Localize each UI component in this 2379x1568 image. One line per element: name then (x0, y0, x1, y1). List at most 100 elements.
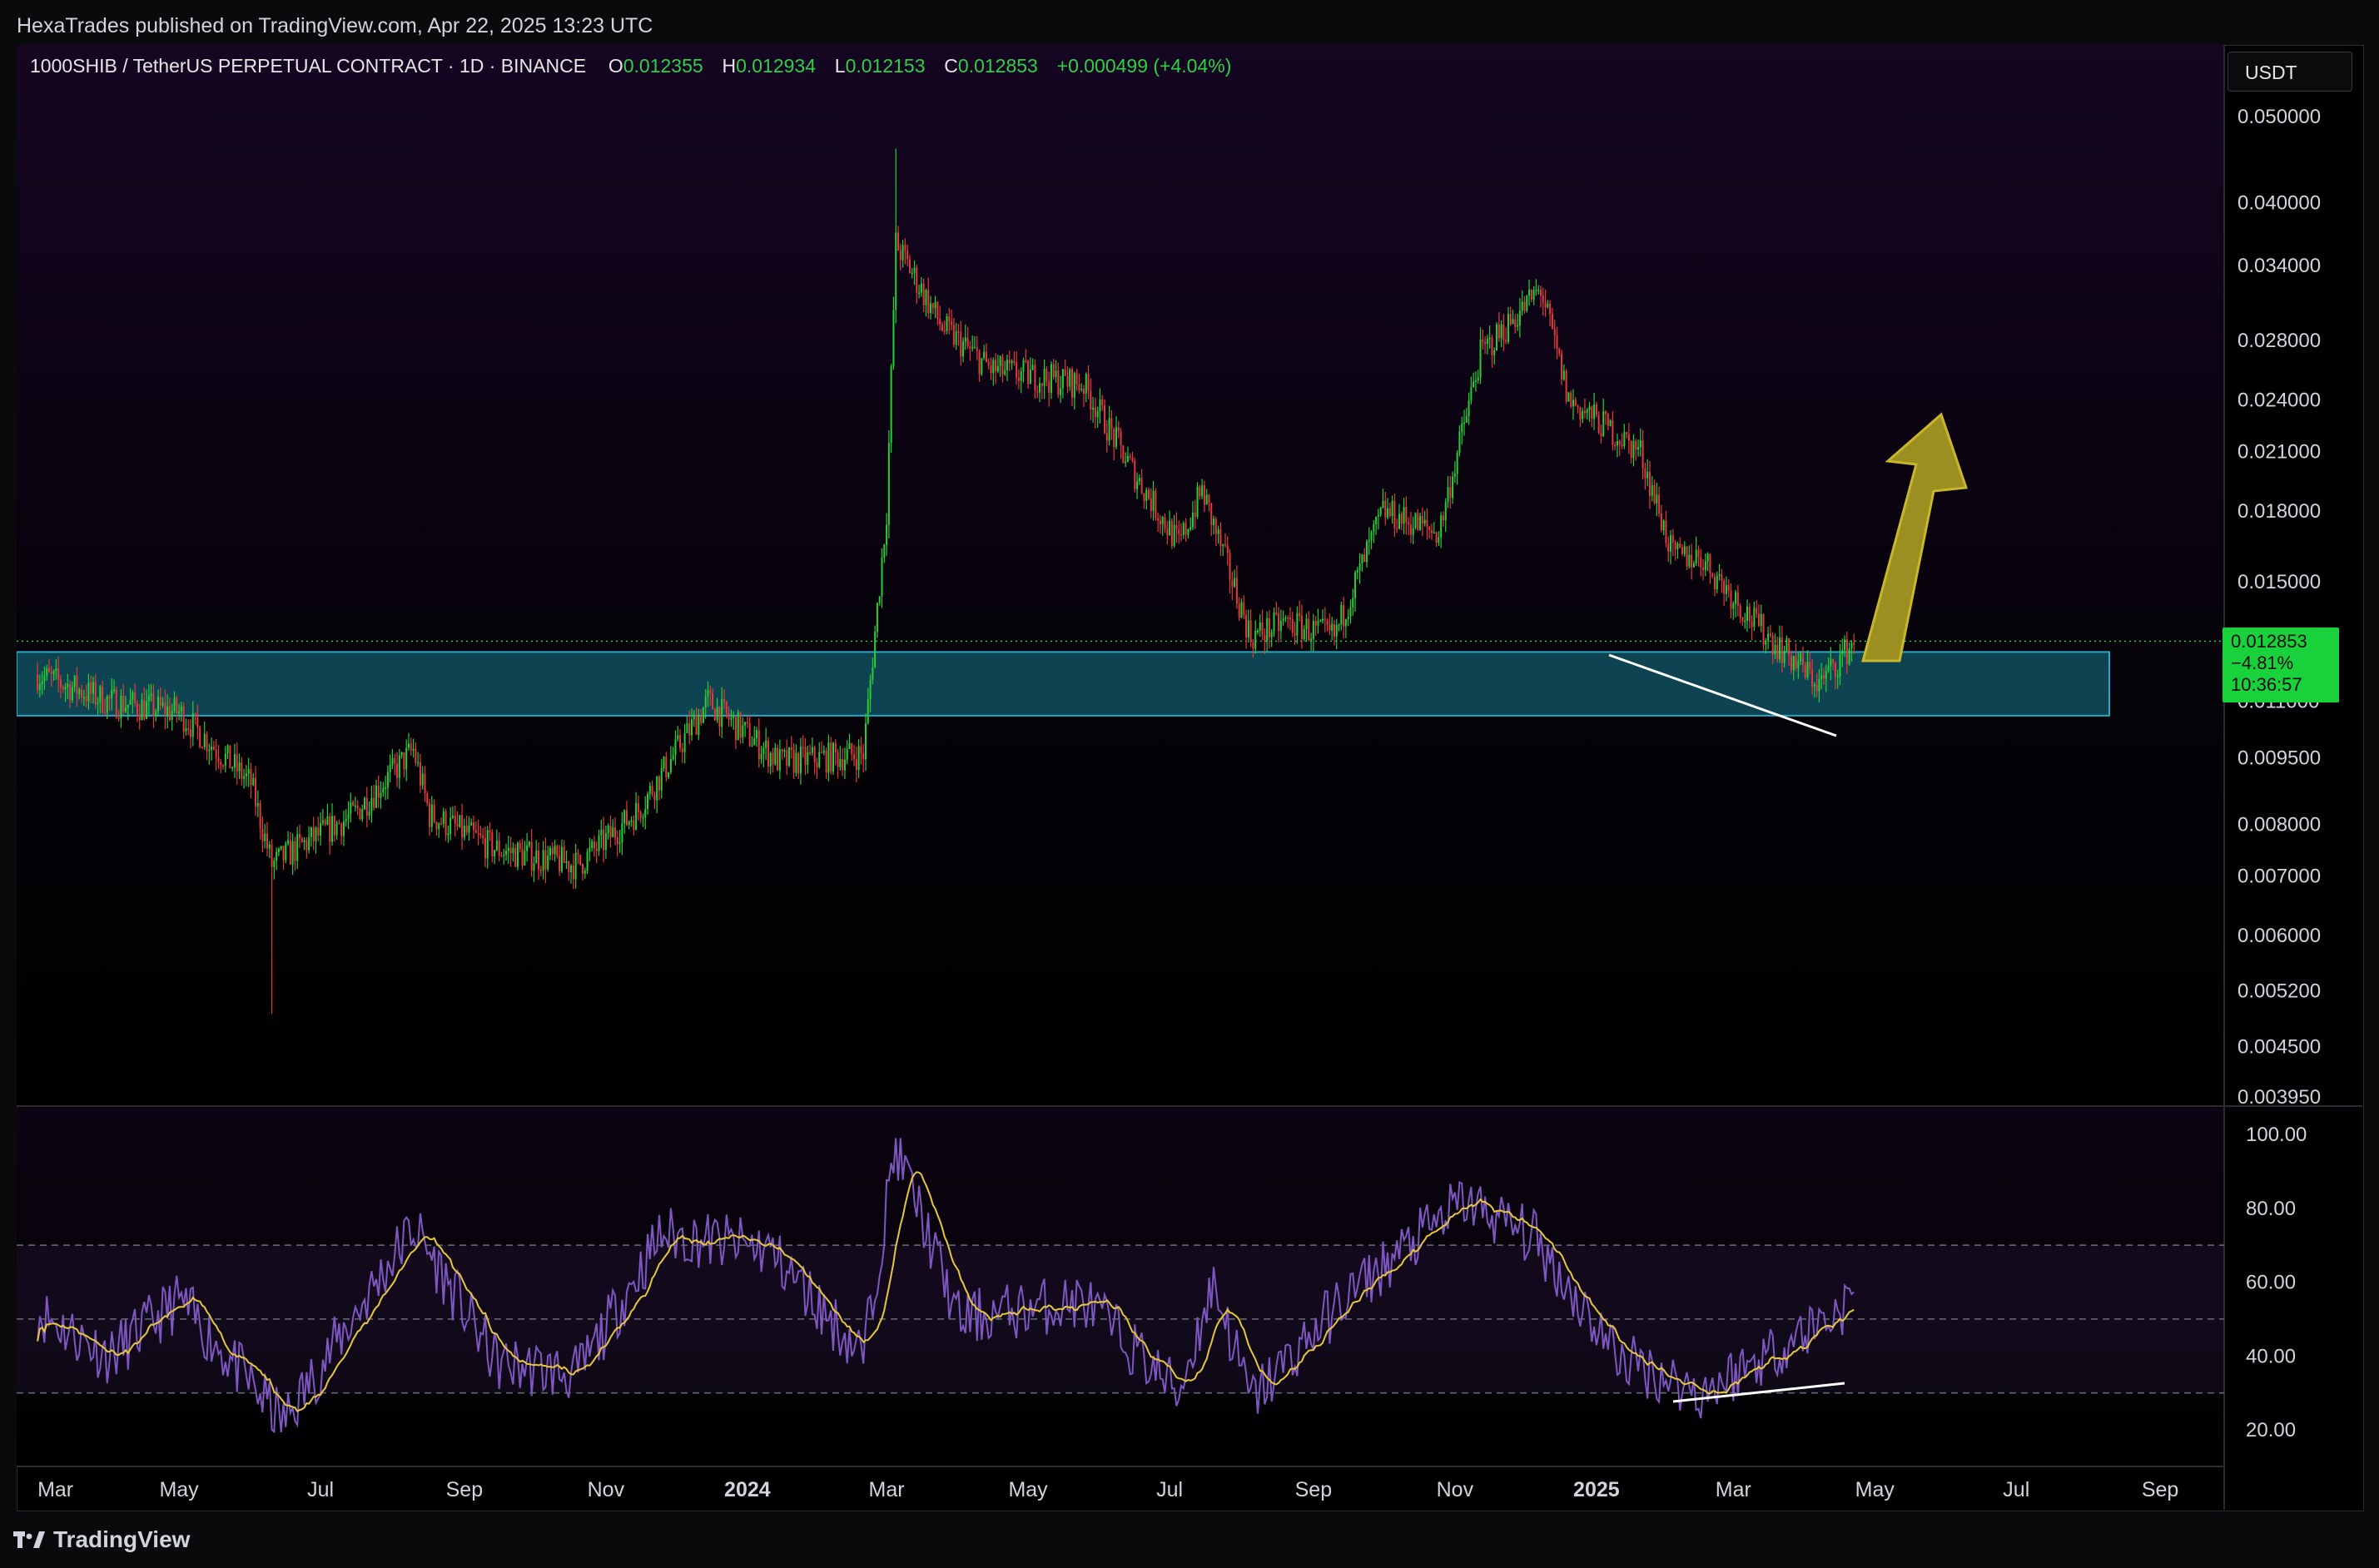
currency-button[interactable]: USDT (2228, 52, 2352, 92)
candle-body (171, 711, 173, 721)
price-chart[interactable]: 0.050000 0.040000 0.034000 0.028000 0.024000… (17, 45, 2362, 1510)
candle-body (250, 769, 252, 786)
candle-body (753, 738, 756, 746)
candle-body (677, 735, 679, 740)
candle-body (113, 689, 116, 692)
candle-body (287, 840, 290, 844)
candle-body (1670, 534, 1672, 552)
candle-body (1735, 592, 1737, 604)
candle-body (1616, 440, 1618, 446)
candle-body (85, 697, 87, 702)
candle-body (1653, 485, 1656, 504)
candle-body (173, 697, 176, 712)
candle-body (1785, 638, 1788, 652)
candle-body (1614, 444, 1617, 446)
candle-body (777, 747, 779, 771)
candle-body (669, 759, 672, 772)
candle-body (693, 714, 695, 720)
candle-body (1748, 607, 1751, 622)
price-tick-label: 0.034000 (2237, 255, 2321, 277)
candle-body (1317, 621, 1319, 626)
candle-body (853, 754, 856, 760)
candle-body (778, 749, 781, 771)
candle-body (1080, 389, 1083, 390)
candle-body (746, 722, 748, 724)
price-tick-label: 0.028000 (2237, 330, 2321, 352)
candle-body (1396, 528, 1398, 530)
candle-body (1593, 404, 1596, 419)
candle-body (305, 840, 308, 851)
candle-body (1630, 440, 1632, 459)
candle-body (941, 324, 943, 331)
candle-body (166, 706, 169, 716)
candle-body (565, 861, 568, 863)
candle-body (1800, 653, 1802, 662)
candle-body (454, 815, 456, 825)
candle-body (415, 748, 417, 763)
candle-body (695, 714, 698, 735)
candle-body (236, 754, 238, 772)
candle-body (1025, 360, 1027, 362)
legend-high-label: H (722, 55, 737, 77)
candle-body (1143, 493, 1145, 502)
candle-body (607, 825, 609, 834)
candle-body (1845, 639, 1848, 664)
candle-body (600, 829, 603, 836)
candle-body (1602, 411, 1605, 437)
candle-body (723, 698, 725, 702)
candle-body (350, 801, 352, 815)
candle-body (1057, 370, 1060, 395)
price-tick-label: 0.005200 (2237, 980, 2321, 1002)
candle-body (925, 290, 927, 305)
candle-body (1695, 549, 1697, 564)
candle-body (1247, 620, 1249, 638)
time-tick-label: Sep (2142, 1478, 2178, 1501)
candle-body (1493, 350, 1496, 355)
candle-body (150, 693, 152, 696)
candle-body (1104, 404, 1106, 434)
candle-body (212, 747, 215, 750)
candle-body (538, 850, 540, 870)
rsi-tick-label: 60.00 (2246, 1272, 2296, 1294)
candle-body (470, 822, 473, 826)
candle-body (1818, 679, 1820, 692)
candle-body (1016, 361, 1018, 378)
candle-body (524, 851, 526, 866)
candle-body (686, 723, 688, 734)
candle-body (554, 846, 556, 855)
candle-body (887, 443, 890, 525)
candle-body (37, 674, 39, 691)
candle-body (76, 675, 78, 694)
candle-body (224, 753, 226, 767)
candle-body (1347, 616, 1349, 619)
candle-body (261, 828, 264, 841)
candle-body (1273, 613, 1275, 633)
candle-body (451, 815, 454, 818)
candle-body (837, 752, 839, 767)
candle-body (1509, 314, 1512, 325)
candle-body (324, 820, 326, 825)
candle-body (505, 851, 508, 855)
candle-body (1185, 523, 1187, 535)
candle-body (252, 777, 255, 786)
ohlc-legend: 1000SHIB / TetherUS PERPETUAL CONTRACT ·… (30, 55, 1231, 77)
candle-body (1203, 485, 1205, 505)
time-tick-label: 2025 (1573, 1478, 1620, 1501)
candle-body (1284, 617, 1287, 619)
candle-body (161, 702, 164, 706)
candle-body (433, 804, 435, 822)
candle-body (87, 682, 90, 702)
candle-body (1393, 500, 1396, 528)
candle-body (1539, 290, 1542, 295)
candle-body (271, 844, 273, 867)
price-tick-label: 0.021000 (2237, 441, 2321, 464)
candle-body (1344, 618, 1347, 627)
candle-body (1217, 529, 1219, 534)
candle-body (1140, 478, 1143, 494)
candle-body (1853, 643, 1855, 645)
candle-body (1071, 369, 1074, 398)
candle-body (1656, 494, 1658, 504)
candle-body (1034, 365, 1036, 391)
candle-body (665, 757, 668, 777)
candle-body (190, 729, 192, 737)
